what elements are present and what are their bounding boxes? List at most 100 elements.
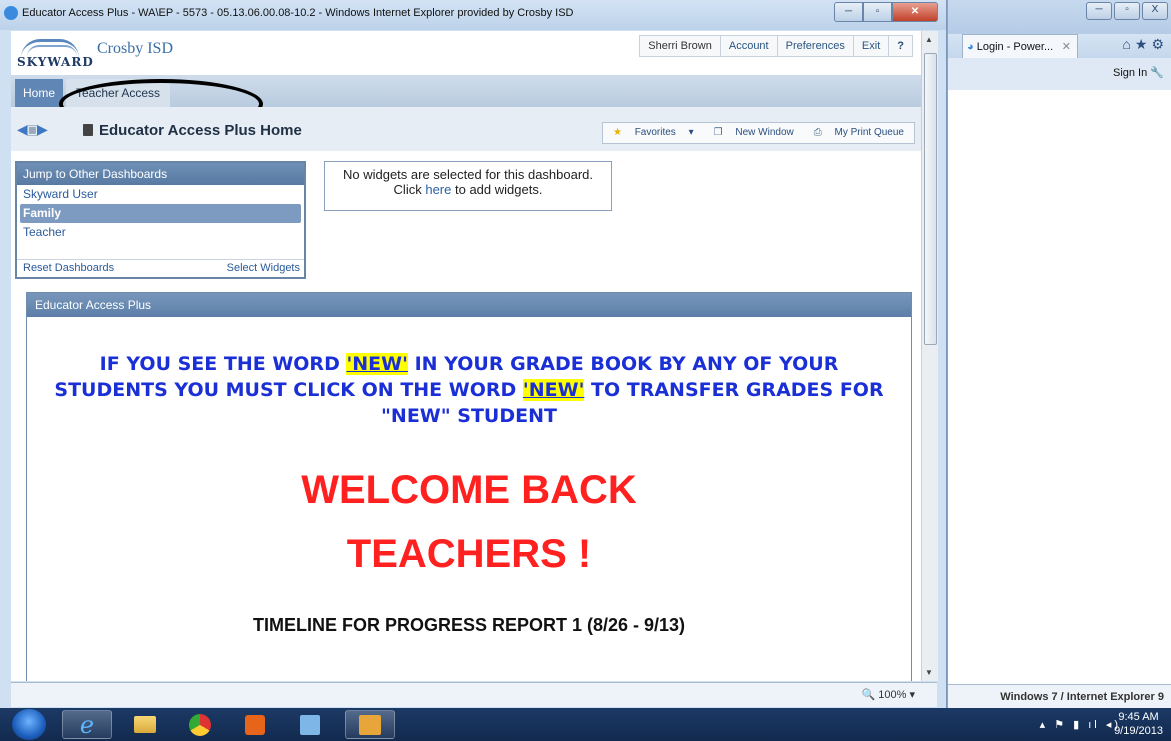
add-widgets-text: to add widgets. — [455, 182, 543, 197]
folder-icon — [134, 716, 156, 733]
dashboard-teacher[interactable]: Teacher — [17, 223, 304, 242]
sign-in-link[interactable]: Sign In 🔧 — [1113, 66, 1164, 79]
maximize-button[interactable]: ▫ — [1114, 2, 1140, 20]
welcome-heading: WELCOME BACK — [301, 468, 637, 512]
preferences-link[interactable]: Preferences — [776, 36, 853, 56]
main-browser-window: Educator Access Plus - WA\EP - 5573 - 05… — [0, 0, 947, 708]
signal-icon[interactable]: ıl — [1088, 719, 1100, 731]
home-icon[interactable]: ⌂ — [1122, 36, 1134, 52]
lync-icon — [300, 714, 320, 735]
network-icon[interactable]: ▮ — [1073, 719, 1082, 731]
taskbar-chrome[interactable] — [175, 710, 225, 739]
eap-panel-header: Educator Access Plus — [27, 293, 911, 317]
maximize-button[interactable]: ▫ — [863, 2, 892, 22]
taskbar-outlook[interactable] — [345, 710, 395, 739]
jump-dashboards-panel: Jump to Other Dashboards Skyward User Fa… — [15, 161, 306, 279]
taskbar-ie[interactable]: e — [62, 710, 112, 739]
close-button[interactable]: X — [1142, 2, 1168, 20]
browser-toolbar-icons: ⌂★⚙ — [1122, 36, 1168, 53]
background-titlebar: ─ ▫ X — [948, 0, 1171, 34]
favorites-button[interactable]: ★ Favorites ▾ — [603, 123, 704, 143]
document-icon — [83, 124, 93, 136]
main-statusbar: 🔍 100% ▾ — [11, 682, 937, 707]
skyward-header: SKYWARD Crosby ISD Sherri Brown Account … — [11, 31, 921, 75]
action-center-flag-icon[interactable]: ⚑ — [1054, 719, 1067, 731]
account-link[interactable]: Account — [719, 36, 777, 56]
minimize-button[interactable]: ─ — [834, 2, 863, 22]
timeline-heading: TIMELINE FOR PROGRESS REPORT 1 (8/26 - 9… — [252, 615, 686, 635]
gear-icon[interactable]: ⚙ — [1151, 36, 1168, 52]
window-title: Educator Access Plus - WA\EP - 5573 - 05… — [22, 7, 574, 19]
close-tab-icon[interactable]: ✕ — [1062, 35, 1071, 58]
print-queue-label: My Print Queue — [834, 127, 904, 138]
clock-date: 9/19/2013 — [1114, 725, 1163, 737]
select-widgets-link[interactable]: Select Widgets — [227, 260, 300, 277]
system-tray: ▴ ⚑ ▮ ıl ◂) — [1040, 718, 1121, 731]
jump-panel-header: Jump to Other Dashboards — [17, 163, 304, 185]
internet-explorer-icon: e — [79, 710, 95, 739]
add-widgets-line: Click here to add widgets. — [325, 182, 611, 197]
chevron-down-icon: ▾ — [688, 127, 694, 138]
back-arrow-icon[interactable]: ◀ — [17, 121, 28, 137]
reset-dashboards-link[interactable]: Reset Dashboards — [23, 260, 114, 277]
printer-icon: ⎙ — [813, 127, 822, 138]
new-window-icon: ❐ — [713, 127, 723, 138]
wrench-icon: 🔧 — [1150, 67, 1164, 79]
history-menu-icon[interactable]: ▣ — [26, 121, 39, 137]
dashboard-skyward-user[interactable]: Skyward User — [17, 185, 304, 204]
teachers-heading: TEACHERS ! — [346, 532, 592, 576]
favorites-star-icon[interactable]: ★ — [1135, 36, 1152, 52]
taskbar-lync[interactable] — [285, 710, 335, 739]
favorites-label: Favorites — [634, 127, 676, 138]
no-widgets-message: No widgets are selected for this dashboa… — [324, 161, 612, 211]
forward-arrow-icon[interactable]: ▶ — [37, 121, 48, 137]
page-title: Educator Access Plus Home — [99, 122, 302, 139]
notice-part-a: IF YOU SEE THE WORD — [99, 353, 340, 375]
tab-login[interactable]: ◕ Login - Power... ✕ — [962, 34, 1078, 58]
scrollbar-thumb[interactable] — [924, 53, 937, 345]
educator-access-plus-panel: Educator Access Plus IF YOU SEE THE WORD… — [26, 292, 912, 681]
page-title-bar: ◀▣▶ Educator Access Plus Home ★ Favorite… — [11, 107, 921, 151]
close-button[interactable]: ✕ — [892, 2, 938, 22]
new-window-label: New Window — [735, 127, 794, 138]
new-word-highlight: 'NEW' — [346, 353, 408, 375]
scroll-down-icon[interactable]: ▼ — [925, 668, 933, 677]
new-word-highlight-2: 'NEW' — [522, 379, 585, 401]
taskbar-explorer[interactable] — [120, 710, 170, 739]
system-clock[interactable]: 9:45 AM 9/19/2013 — [1114, 710, 1163, 738]
start-button[interactable] — [12, 709, 46, 740]
chevron-down-icon: ▾ — [909, 689, 915, 701]
vertical-scrollbar[interactable]: ▲ ▼ — [921, 31, 938, 681]
jump-panel-footer: Reset Dashboards Select Widgets — [17, 259, 304, 277]
user-name: Sherri Brown — [648, 40, 712, 52]
print-queue-button[interactable]: ⎙ My Print Queue — [804, 123, 914, 143]
tab-login-label: Login - Power... — [976, 41, 1054, 53]
help-button[interactable]: ? — [888, 36, 912, 56]
clock-time: 9:45 AM — [1118, 711, 1159, 723]
district-name: Crosby ISD — [97, 40, 174, 57]
show-hidden-icons[interactable]: ▴ — [1040, 719, 1049, 731]
tab-home[interactable]: Home — [15, 79, 64, 107]
chrome-icon — [189, 713, 211, 736]
click-text: Click — [393, 182, 422, 197]
zoom-control[interactable]: 🔍 100% ▾ — [862, 688, 916, 701]
scroll-up-icon[interactable]: ▲ — [925, 35, 933, 44]
media-player-icon — [245, 714, 265, 735]
minimize-button[interactable]: ─ — [1086, 2, 1112, 20]
ie-icon — [4, 6, 18, 20]
history-navigation: ◀▣▶ — [17, 121, 48, 138]
main-titlebar: Educator Access Plus - WA\EP - 5573 - 05… — [0, 0, 946, 30]
new-window-button[interactable]: ❐ New Window — [704, 123, 804, 143]
dashboard-family[interactable]: Family — [20, 204, 301, 223]
taskbar-media[interactable] — [230, 710, 280, 739]
background-statusbar: Windows 7 / Internet Explorer 9 — [948, 684, 1171, 708]
new-word-notice: IF YOU SEE THE WORD 'NEW' IN YOUR GRADE … — [27, 351, 911, 429]
background-page-body — [948, 90, 1171, 684]
logo-text: SKYWARD — [17, 55, 94, 69]
no-widgets-line: No widgets are selected for this dashboa… — [342, 167, 594, 182]
add-widgets-link[interactable]: here — [425, 182, 451, 197]
page-content: SKYWARD Crosby ISD Sherri Brown Account … — [11, 31, 921, 681]
zoom-icon: 🔍 — [861, 689, 876, 701]
exit-link[interactable]: Exit — [852, 36, 888, 56]
zoom-level: 100% — [878, 689, 907, 701]
